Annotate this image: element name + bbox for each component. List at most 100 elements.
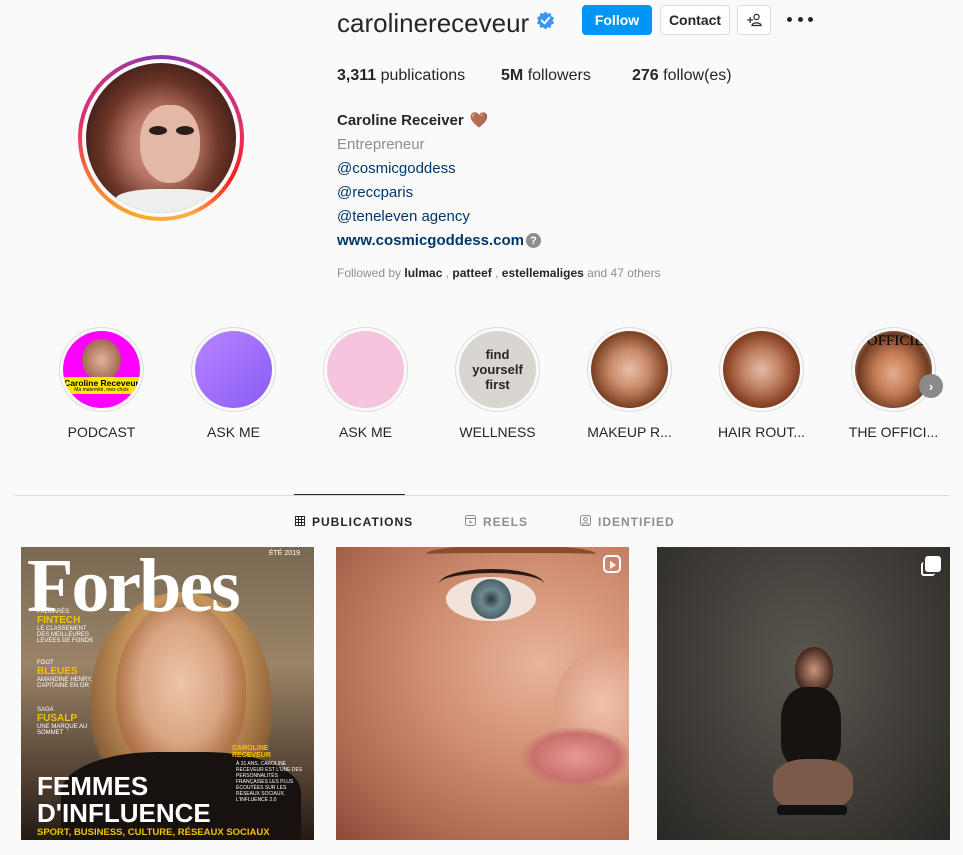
- stat-following[interactable]: 276 follow(es): [632, 67, 732, 85]
- cover-side-story: PALMARÈS FINTECH LE CLASSEMENT DES MEILLEU…: [37, 609, 97, 644]
- tabs-divider: [14, 495, 950, 496]
- posts-label: publications: [380, 67, 466, 84]
- avatar-eye-left: [149, 126, 167, 135]
- highlight-magazine-title: L'OFFICIEL: [855, 333, 932, 349]
- highlight-cover: [327, 331, 404, 408]
- person-legs: [773, 759, 853, 811]
- avatar-photo: [86, 63, 236, 213]
- bio-mention-link[interactable]: @teneleven agency: [337, 208, 470, 225]
- following-label: follow(es): [663, 67, 732, 84]
- bio-mention-link[interactable]: @cosmicgoddess: [337, 160, 456, 177]
- highlight-label: MAKEUP R...: [587, 424, 672, 440]
- highlight-ring: [587, 327, 672, 412]
- followed-by-text[interactable]: Followed by lulmac , patteef , estellema…: [337, 266, 661, 280]
- avatar-eye-right: [176, 126, 194, 135]
- highlight-ring: [719, 327, 804, 412]
- help-icon[interactable]: ?: [526, 233, 541, 248]
- cover-side-story: SAGA FUSALP UNE MARQUE AU SOMMET: [37, 707, 92, 736]
- highlight-cover: Caroline Receveur Ma maternité, mes choi…: [63, 331, 140, 408]
- followers-count: 5M: [501, 67, 524, 84]
- highlight-cover: L'OFFICIEL: [855, 331, 932, 408]
- profile-full-name: Caroline Receiver 🤎: [337, 111, 488, 129]
- highlight-ring: [191, 327, 276, 412]
- highlight-ask-me-2[interactable]: ASK ME: [323, 327, 408, 440]
- profile-avatar[interactable]: [78, 55, 244, 221]
- highlight-cover: [195, 331, 272, 408]
- headline-line: D'INFLUENCE: [37, 798, 211, 828]
- highlight-cover: find yourself first: [459, 331, 536, 408]
- side-key: FINTECH: [37, 615, 81, 626]
- post-studio-portrait[interactable]: [657, 547, 950, 840]
- stat-posts: 3,311 publications: [337, 67, 465, 85]
- reels-icon: [465, 515, 476, 529]
- tab-label: REELS: [483, 515, 529, 529]
- person-feet: [777, 805, 847, 815]
- follow-button[interactable]: Follow: [582, 5, 652, 35]
- highlight-podcast[interactable]: Caroline Receveur Ma maternité, mes choi…: [59, 327, 144, 440]
- side-text: AMANDINE HENRY, CAPITAINE EN OR: [37, 677, 93, 689]
- side-key: BLEUES: [37, 666, 78, 677]
- suggested-accounts-button[interactable]: +: [737, 5, 771, 35]
- highlight-portrait: [82, 338, 121, 382]
- side-key: FUSALP: [37, 713, 77, 724]
- highlight-ring: Caroline Receveur Ma maternité, mes choi…: [59, 327, 144, 412]
- cover-headline: FEMMES D'INFLUENCE: [37, 773, 211, 827]
- highlight-cover-text: find yourself first: [472, 347, 523, 392]
- profile-website-link[interactable]: www.cosmicgoddess.com: [337, 232, 524, 249]
- post-forbes-cover[interactable]: Forbes ÉTÉ 2019 PALMARÈS FINTECH LE CLASSE…: [21, 547, 314, 840]
- highlight-ring: find yourself first: [455, 327, 540, 412]
- person-body: [781, 687, 841, 767]
- following-count: 276: [632, 67, 659, 84]
- verified-badge-icon: [536, 11, 555, 30]
- cover-side-story: FOOT BLEUES AMANDINE HENRY, CAPITAINE EN O…: [37, 660, 97, 689]
- highlight-hair-routine[interactable]: HAIR ROUT...: [718, 327, 805, 440]
- followers-label: followers: [527, 67, 591, 84]
- highlights-next-chevron-icon[interactable]: ›: [919, 374, 943, 398]
- highlight-label: THE OFFICI...: [848, 424, 939, 440]
- more-options-icon[interactable]: [787, 9, 813, 29]
- tab-label: IDENTIFIED: [598, 515, 675, 529]
- highlight-label: ASK ME: [339, 424, 392, 440]
- highlight-cover: [723, 331, 800, 408]
- highlight-label: WELLNESS: [459, 424, 536, 440]
- name-emoji: 🤎: [469, 112, 489, 129]
- cover-subline: SPORT, BUSINESS, CULTURE, RÉSEAUX SOCIAU…: [37, 827, 270, 838]
- highlight-label: HAIR ROUT...: [717, 424, 806, 440]
- post-lips: [521, 727, 629, 787]
- bio-mention-link[interactable]: @reccparis: [337, 184, 413, 201]
- active-tab-indicator: [294, 494, 405, 495]
- stat-followers[interactable]: 5M followers: [501, 67, 591, 85]
- contact-button[interactable]: Contact: [660, 5, 730, 35]
- post-closeup-face[interactable]: [336, 547, 629, 840]
- add-person-icon: +: [746, 13, 762, 27]
- side-text: LE CLASSEMENT DES MEILLEURES LEVÉES DE F…: [37, 626, 94, 644]
- highlight-ring: L'OFFICIEL: [851, 327, 936, 412]
- highlight-ring: [323, 327, 408, 412]
- follower-name: patteef: [452, 266, 492, 280]
- tab-publications[interactable]: PUBLICATIONS: [295, 515, 413, 529]
- follower-name: lulmac: [404, 266, 443, 280]
- highlight-wellness[interactable]: find yourself first WELLNESS: [455, 327, 540, 440]
- tab-label: PUBLICATIONS: [312, 515, 414, 529]
- post-brow: [426, 547, 596, 563]
- tab-reels[interactable]: REELS: [465, 515, 528, 529]
- highlight-ask-me[interactable]: ASK ME: [191, 327, 276, 440]
- carousel-icon: [921, 556, 941, 576]
- profile-username: carolinereceveur: [337, 8, 530, 38]
- tagged-icon: [580, 515, 591, 529]
- profile-category: Entrepreneur: [337, 136, 425, 153]
- highlight-cover-subtitle: Ma maternité, mes choix: [74, 387, 129, 394]
- tab-identified[interactable]: IDENTIFIED: [580, 515, 675, 529]
- highlight-label: ASK ME: [207, 424, 260, 440]
- post-lash: [439, 569, 544, 599]
- avatar-face: [140, 105, 200, 183]
- avatar-inner-ring: [82, 59, 240, 217]
- posts-count: 3,311: [337, 67, 377, 84]
- highlight-the-officiel[interactable]: L'OFFICIEL THE OFFICI...: [849, 327, 938, 440]
- post-person: [767, 647, 857, 817]
- headline-line: FEMMES: [37, 771, 149, 801]
- side-text: UNE MARQUE AU SOMMET: [37, 724, 88, 736]
- highlight-label: PODCAST: [67, 424, 136, 440]
- highlight-makeup[interactable]: MAKEUP R...: [587, 327, 672, 440]
- cover-blurb: À 31 ANS, CAROLINE RECEVEUR EST L'UNE DE…: [236, 761, 303, 803]
